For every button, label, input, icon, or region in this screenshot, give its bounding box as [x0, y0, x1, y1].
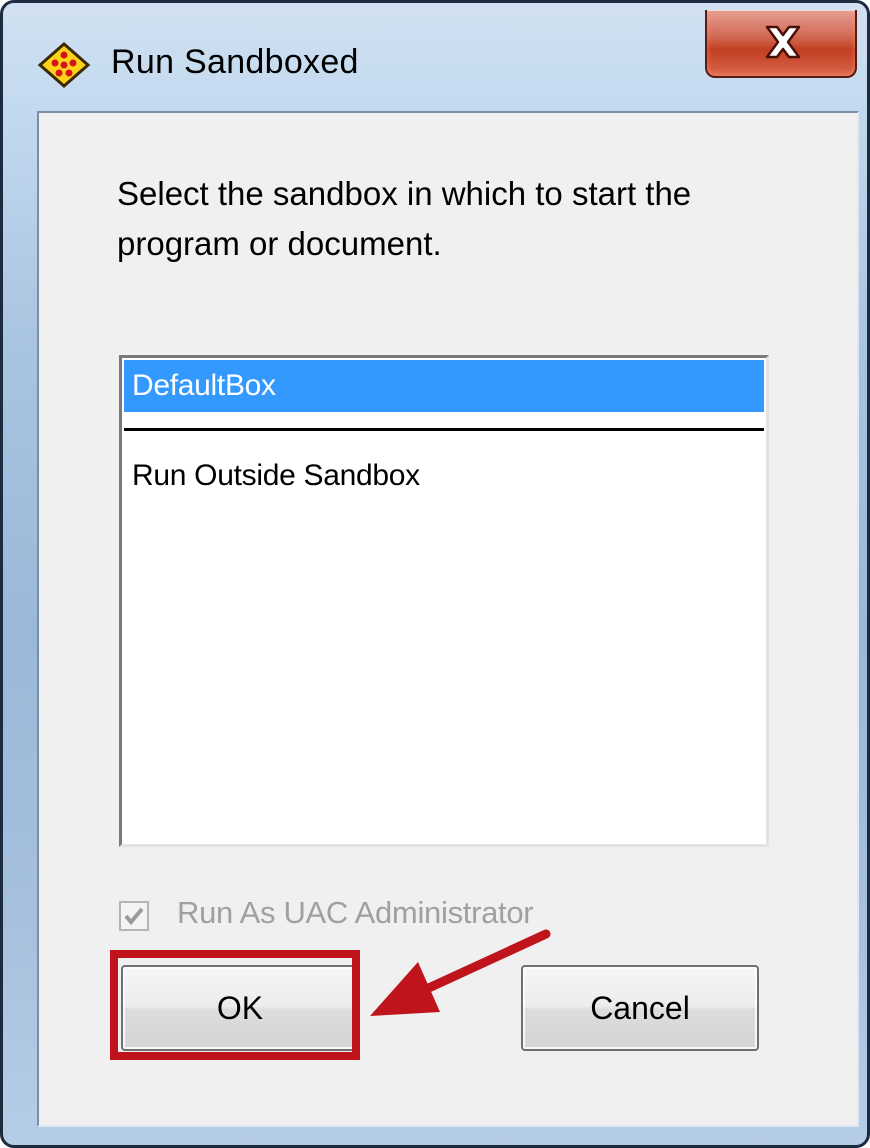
list-item-defaultbox[interactable]: DefaultBox — [124, 360, 764, 412]
red-arrow-icon — [370, 929, 551, 1016]
uac-checkbox[interactable] — [119, 901, 149, 931]
prompt-text: Select the sandbox in which to start the… — [117, 175, 692, 262]
sandboxie-icon — [37, 42, 91, 88]
sandbox-listbox[interactable]: DefaultBox Run Outside Sandbox — [119, 355, 769, 847]
list-separator — [124, 428, 764, 431]
close-icon — [765, 25, 801, 59]
close-button[interactable] — [705, 10, 857, 78]
checkmark-icon — [124, 907, 144, 926]
list-item-run-outside-sandbox[interactable]: Run Outside Sandbox — [124, 450, 764, 502]
title-bar[interactable]: Run Sandboxed — [3, 3, 867, 103]
ok-button[interactable]: OK — [121, 965, 359, 1051]
window-title: Run Sandboxed — [111, 43, 359, 81]
